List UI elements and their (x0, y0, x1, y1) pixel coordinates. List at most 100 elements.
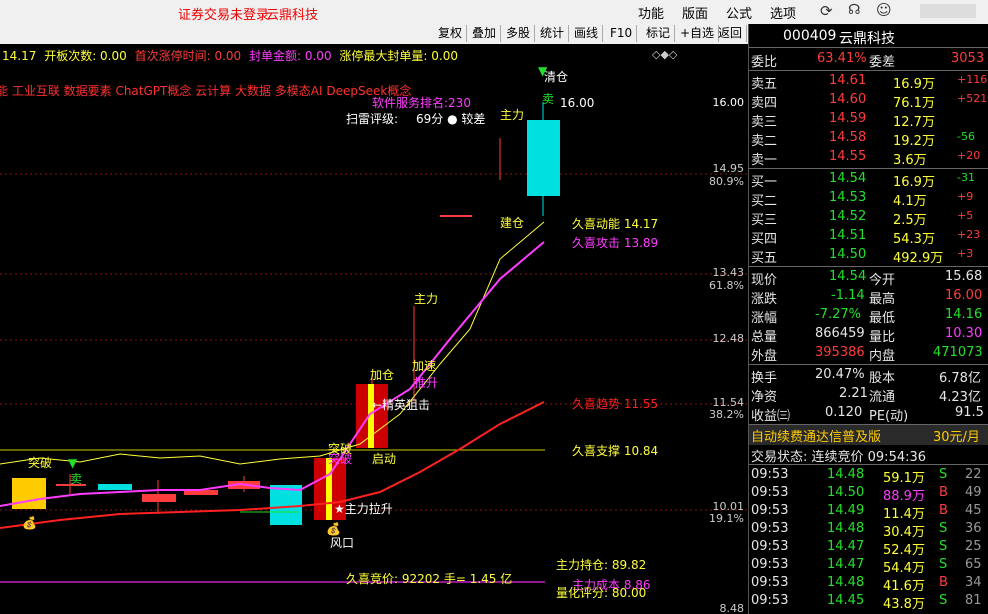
tick-time: 09:53 (751, 467, 789, 482)
ask-row[interactable]: 卖五 14.61 16.9万 +116 (749, 72, 988, 92)
tick-side: S (939, 539, 948, 554)
quote-value: 16.00 (945, 288, 983, 303)
menu-options[interactable]: 选项 (770, 3, 796, 22)
tick-price: 14.48 (827, 575, 865, 590)
bid-price: 14.52 (829, 209, 867, 224)
btn-duogu[interactable]: 多股 (502, 25, 536, 42)
menu-function[interactable]: 功能 (638, 3, 664, 22)
quote-row: 涨跌 -1.14 最高 16.00 (749, 287, 988, 307)
candle (527, 120, 560, 196)
candle (12, 478, 46, 509)
y-label: 13.43 (712, 266, 745, 279)
annot-tupo-2: 突破 (328, 452, 353, 466)
ask-volume: 3.6万 (893, 153, 927, 168)
zhuli-chicang: 主力持仓: 89.82 (556, 558, 647, 572)
stats-value: 2.21 (839, 386, 868, 401)
login-notice[interactable]: 证券交易未登录 (178, 4, 269, 23)
stats-label: 股本 (869, 371, 896, 386)
quote-panel: 000409 云鼎科技 委比 63.41% 委差 3053 卖五 14.61 1… (748, 24, 988, 614)
annot-fengkou: 风口 (330, 536, 355, 550)
ask-price: 14.60 (829, 92, 867, 107)
ask-change: -56 (957, 130, 975, 143)
btn-diejia[interactable]: 叠加 (468, 25, 502, 42)
tick-row: 09:53 14.48 59.1万 S 22 (749, 466, 988, 486)
tick-count: 65 (965, 557, 982, 572)
promo-text[interactable]: 自动续费通达信普及版 (751, 426, 881, 445)
quote-value: 14.54 (829, 269, 867, 284)
quote-value: 10.30 (945, 326, 983, 341)
bid-volume: 54.3万 (893, 232, 935, 247)
quote-label: 现价 (751, 273, 778, 288)
y-label: 61.8% (709, 279, 744, 292)
tick-side: S (939, 521, 948, 536)
quote-value: 14.16 (945, 307, 983, 322)
ask-label: 卖五 (751, 77, 778, 92)
promo-banner[interactable]: 自动续费通达信普及版 30元/月 (749, 425, 988, 445)
annot-jiasu: 加速 (412, 359, 437, 373)
tick-time: 09:53 (751, 539, 789, 554)
bid-volume: 4.1万 (893, 194, 927, 209)
weicha-value: 3053 (951, 51, 985, 66)
quote-value: -1.14 (831, 288, 865, 303)
ask-row[interactable]: 卖三 14.59 12.7万 (749, 110, 988, 130)
tick-volume: 43.8万 (883, 597, 925, 612)
btn-add-favorite[interactable]: +自选 (676, 25, 720, 42)
tick-side: B (939, 485, 948, 500)
bid-change: +5 (957, 209, 974, 222)
ask-row[interactable]: 卖四 14.60 76.1万 +521 (749, 91, 988, 111)
tick-row: 09:53 14.50 88.9万 B 49 (749, 484, 988, 504)
user-icon[interactable]: ☺ (876, 1, 892, 19)
stock-name: 云鼎科技 (839, 31, 895, 47)
ask-label: 卖一 (751, 153, 778, 168)
bid-row[interactable]: 买二 14.53 4.1万 +9 (749, 189, 988, 209)
bid-row[interactable]: 买一 14.54 16.9万 -31 (749, 170, 988, 190)
btn-tongji[interactable]: 统计 (536, 25, 570, 42)
refresh-icon[interactable]: ⟳ (820, 2, 833, 20)
btn-huaxian[interactable]: 画线 (570, 25, 604, 42)
annot-sell-2: 卖 (70, 472, 83, 486)
ask-row[interactable]: 卖一 14.55 3.6万 +20 (749, 148, 988, 168)
annot-jingying: ←精英狙击 (372, 398, 431, 412)
kline-chart[interactable]: 14.17 开板次数: 0.00 首次涨停时间: 0.00 封单金额: 0.00… (0, 44, 748, 614)
tick-time: 09:53 (751, 593, 789, 608)
bid-label: 买一 (751, 175, 778, 190)
tick-price: 14.48 (827, 467, 865, 482)
indicator-zhicheng: 久喜支撑 10.84 (572, 444, 659, 458)
headset-icon[interactable]: ☊ (848, 2, 860, 18)
annot-zhulilasheng: ★主力拉升 (334, 502, 393, 516)
bid-row[interactable]: 买四 14.51 54.3万 +23 (749, 227, 988, 247)
weicha-label: 委差 (869, 55, 896, 70)
promo-price[interactable]: 30元/月 (933, 426, 980, 445)
quote-value: 395386 (815, 345, 865, 360)
weibi-row: 委比 63.41% 委差 3053 (749, 50, 988, 70)
quote-row: 涨幅 -7.27% 最低 14.16 (749, 306, 988, 326)
stats-value: 6.78亿 (939, 371, 981, 386)
bid-volume: 2.5万 (893, 213, 927, 228)
stats-label: 净资 (751, 390, 778, 405)
annot-caisheng: 突破 (28, 456, 53, 470)
candle (98, 484, 132, 490)
btn-fuquan[interactable]: 复权 (434, 25, 468, 42)
bid-row[interactable]: 买三 14.52 2.5万 +5 (749, 208, 988, 228)
tick-price: 14.49 (827, 503, 865, 518)
stats-label: PE(动) (869, 409, 909, 424)
btn-back[interactable]: 返回 (714, 25, 748, 42)
tick-row: 09:53 14.48 41.6万 B 34 (749, 574, 988, 594)
btn-f10[interactable]: F10 (606, 25, 638, 42)
quote-row: 总量 866459 量比 10.30 (749, 325, 988, 345)
btn-biaoji[interactable]: 标记 (642, 25, 676, 42)
y-label: 12.48 (712, 332, 745, 345)
annot-jiancang: 建仓 (500, 216, 525, 230)
menu-formula[interactable]: 公式 (726, 3, 752, 22)
tick-row: 09:53 14.47 54.4万 S 65 (749, 556, 988, 576)
ask-row[interactable]: 卖二 14.58 19.2万 -56 (749, 129, 988, 149)
stats-value: 0.120 (825, 405, 863, 420)
stats-label: 流通 (869, 390, 896, 405)
menu-layout[interactable]: 版面 (682, 3, 708, 22)
quote-label: 涨幅 (751, 311, 778, 326)
bid-change: +23 (957, 228, 981, 241)
annot-qidong: 启动 (372, 452, 397, 466)
tick-price: 14.47 (827, 557, 865, 572)
bid-row[interactable]: 买五 14.50 492.9万 +3 (749, 246, 988, 266)
tick-row: 09:53 14.47 52.4万 S 25 (749, 538, 988, 558)
